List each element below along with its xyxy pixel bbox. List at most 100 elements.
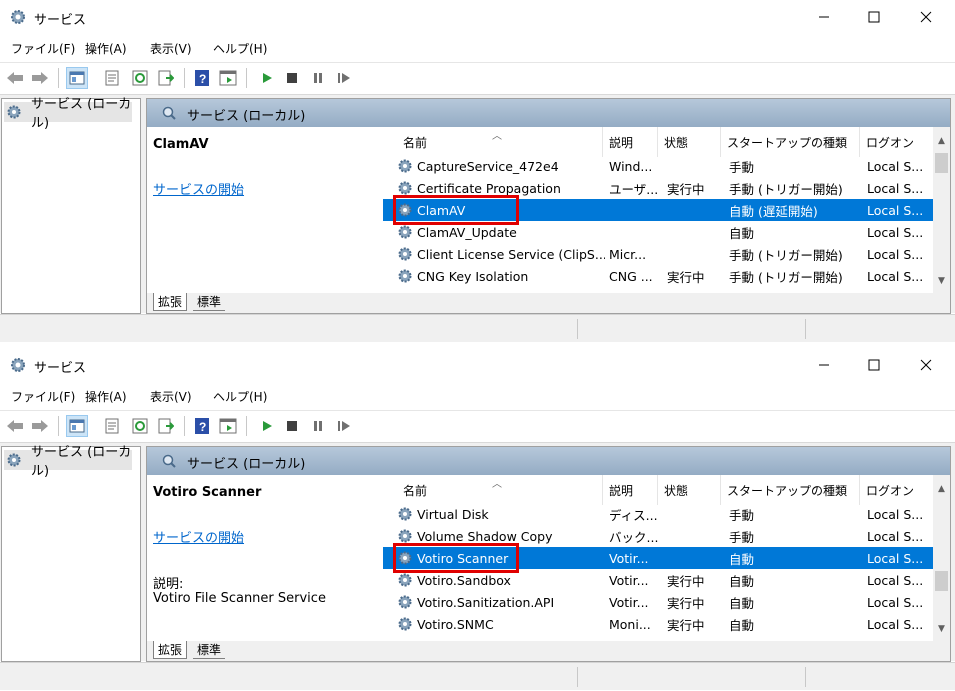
- menu-file[interactable]: ファイル(F): [11, 40, 75, 57]
- scroll-up-icon[interactable]: ▲: [933, 481, 950, 497]
- arrow-left-icon[interactable]: [6, 69, 24, 87]
- column-description[interactable]: 説明: [603, 127, 658, 157]
- service-status: 実行中: [667, 595, 705, 611]
- tab-extended[interactable]: 拡張: [153, 641, 188, 659]
- scroll-thumb[interactable]: [935, 571, 948, 591]
- status-bar: [0, 662, 955, 690]
- show-pane-icon[interactable]: [219, 69, 237, 87]
- service-description: Votir...: [609, 594, 649, 610]
- play-icon[interactable]: [258, 417, 276, 435]
- column-name[interactable]: 名前: [397, 475, 603, 505]
- start-service-link[interactable]: サービスの開始: [153, 179, 244, 198]
- svg-text:?: ?: [199, 72, 206, 86]
- service-row[interactable]: CaptureService_472e4 Wind... 手動 Local S...: [383, 155, 933, 177]
- tree-item-services-local[interactable]: サービス (ローカル): [4, 445, 132, 479]
- scroll-up-icon[interactable]: ▲: [933, 133, 950, 149]
- scroll-down-icon[interactable]: ▼: [933, 621, 950, 637]
- minimize-button[interactable]: [798, 348, 850, 382]
- service-row[interactable]: Virtual Disk ディス... 手動 Local S...: [383, 503, 933, 525]
- service-logon: Local S...: [867, 180, 924, 196]
- gear-icon: [7, 453, 21, 467]
- arrow-left-icon[interactable]: [6, 417, 24, 435]
- pause-icon[interactable]: [309, 69, 327, 87]
- service-status: [667, 525, 719, 547]
- refresh-icon[interactable]: [131, 69, 149, 87]
- service-status: 実行中: [667, 573, 705, 589]
- status-bar: [0, 314, 955, 342]
- menu-action[interactable]: 操作(A): [85, 40, 127, 57]
- title-bar[interactable]: サービス: [0, 348, 955, 382]
- service-status: [667, 503, 719, 525]
- tab-extended[interactable]: 拡張: [153, 293, 188, 311]
- properties-icon[interactable]: [103, 69, 121, 87]
- maximize-button[interactable]: [848, 348, 900, 382]
- service-row[interactable]: Votiro.Sanitization.API Votir... 実行中 自動 Loca…: [383, 591, 933, 613]
- service-list: ︿ 名前 説明 状態 スタートアップの種類 ログオン CaptureServic…: [383, 127, 950, 293]
- play-icon[interactable]: [258, 69, 276, 87]
- service-row[interactable]: CNG Key Isolation CNG ... 実行中 手動 (トリガー開始) Lo…: [383, 265, 933, 287]
- stop-icon[interactable]: [283, 69, 301, 87]
- restart-icon[interactable]: [335, 69, 353, 87]
- gear-icon: [398, 269, 412, 283]
- pause-icon[interactable]: [309, 417, 327, 435]
- extended-info-panel: Votiro Scanner サービスの開始 説明: Votiro File S…: [147, 475, 383, 641]
- menu-view[interactable]: 表示(V): [150, 388, 192, 405]
- maximize-button[interactable]: [848, 0, 900, 34]
- tab-standard[interactable]: 標準: [193, 293, 226, 311]
- gear-icon: [11, 10, 25, 24]
- export-icon[interactable]: [157, 417, 175, 435]
- restart-icon[interactable]: [335, 417, 353, 435]
- refresh-icon[interactable]: [131, 417, 149, 435]
- service-startup-type: 自動: [729, 573, 755, 589]
- column-status[interactable]: 状態: [658, 127, 721, 157]
- column-logon[interactable]: ログオン: [860, 127, 933, 157]
- menu-help[interactable]: ヘルプ(H): [213, 40, 267, 57]
- column-name[interactable]: 名前: [397, 127, 603, 157]
- service-logon: Local S...: [867, 158, 924, 174]
- vertical-scrollbar[interactable]: ▲ ▼: [933, 475, 950, 641]
- pane-header: サービス (ローカル): [147, 99, 950, 127]
- column-status[interactable]: 状態: [658, 475, 721, 505]
- close-button[interactable]: [900, 0, 952, 34]
- menu-view[interactable]: 表示(V): [150, 40, 192, 57]
- help-icon[interactable]: ?: [193, 417, 211, 435]
- tab-standard[interactable]: 標準: [193, 641, 226, 659]
- stop-icon[interactable]: [283, 417, 301, 435]
- column-startup-type[interactable]: スタートアップの種類: [721, 127, 860, 157]
- scroll-down-icon[interactable]: ▼: [933, 273, 950, 289]
- column-startup-type[interactable]: スタートアップの種類: [721, 475, 860, 505]
- gear-icon: [398, 247, 412, 261]
- service-row[interactable]: Votiro.SNMC Moni... 実行中 自動 Local S...: [383, 613, 933, 635]
- minimize-button[interactable]: [798, 0, 850, 34]
- export-icon[interactable]: [157, 69, 175, 87]
- menu-action[interactable]: 操作(A): [85, 388, 127, 405]
- menu-file[interactable]: ファイル(F): [11, 388, 75, 405]
- highlight-box: [393, 195, 519, 225]
- arrow-right-icon[interactable]: [31, 69, 49, 87]
- service-row[interactable]: Client License Service (ClipS... Micr... 手…: [383, 243, 933, 265]
- tree-item-services-local[interactable]: サービス (ローカル): [4, 97, 132, 131]
- service-description: CNG ...: [609, 268, 653, 284]
- scroll-thumb[interactable]: [935, 153, 948, 173]
- service-status: [667, 199, 719, 221]
- column-logon[interactable]: ログオン: [860, 475, 933, 505]
- arrow-right-icon[interactable]: [31, 417, 49, 435]
- show-pane-icon[interactable]: [219, 417, 237, 435]
- column-description[interactable]: 説明: [603, 475, 658, 505]
- title-bar[interactable]: サービス: [0, 0, 955, 34]
- service-name: CNG Key Isolation: [417, 268, 529, 284]
- service-description: Votir...: [609, 572, 649, 588]
- close-button[interactable]: [900, 348, 952, 382]
- service-status: 実行中: [667, 617, 705, 633]
- service-startup-type: 自動: [729, 551, 755, 567]
- menu-help[interactable]: ヘルプ(H): [213, 388, 267, 405]
- console-tree-icon[interactable]: [66, 67, 88, 89]
- console-tree-icon[interactable]: [66, 415, 88, 437]
- vertical-scrollbar[interactable]: ▲ ▼: [933, 127, 950, 293]
- service-name: ClamAV_Update: [417, 224, 517, 240]
- start-service-link[interactable]: サービスの開始: [153, 527, 244, 546]
- service-logon: Local S...: [867, 572, 924, 588]
- properties-icon[interactable]: [103, 417, 121, 435]
- gear-icon: [398, 529, 412, 543]
- help-icon[interactable]: ?: [193, 69, 211, 87]
